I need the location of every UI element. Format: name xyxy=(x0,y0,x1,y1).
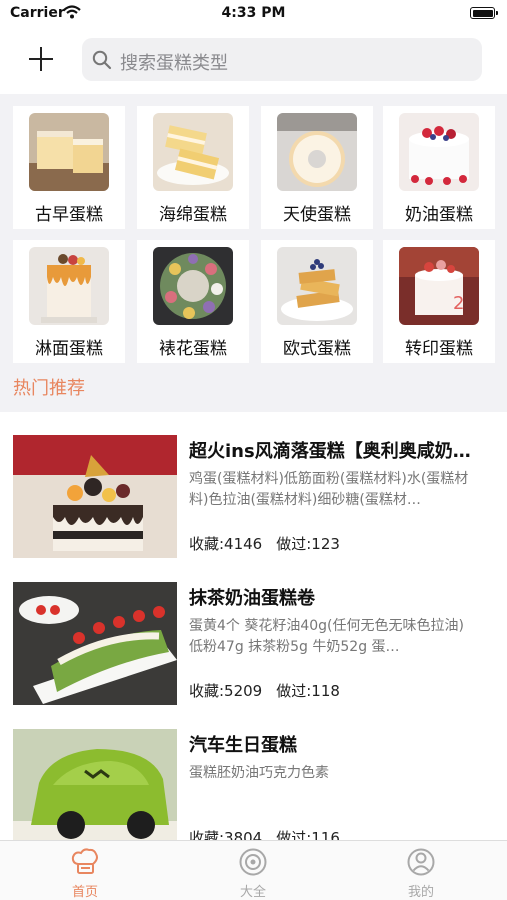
category-label: 古早蛋糕 xyxy=(35,205,103,225)
category-image xyxy=(29,113,109,191)
category-item-lin-mian[interactable]: 淋面蛋糕 xyxy=(13,240,125,363)
favorites-count: 收藏:5209 xyxy=(189,682,263,700)
category-item-zhuan-yin[interactable]: 2 转印蛋糕 xyxy=(383,240,495,363)
category-item-tian-shi[interactable]: 天使蛋糕 xyxy=(261,106,373,229)
category-image xyxy=(153,247,233,325)
made-count: 做过:123 xyxy=(276,535,340,553)
header: 搜索蛋糕类型 xyxy=(0,28,507,94)
category-image xyxy=(277,113,357,191)
compass-icon xyxy=(239,848,267,876)
status-bar: Carrier 4:33 PM xyxy=(0,0,507,28)
category-item-hai-mian[interactable]: 海绵蛋糕 xyxy=(137,106,249,229)
recipe-title: 超火ins风滴落蛋糕【奥利奥咸奶… xyxy=(189,441,471,462)
recipe-stats: 收藏:4146 做过:123 xyxy=(189,533,340,554)
category-label: 奶油蛋糕 xyxy=(405,205,473,225)
recipe-image xyxy=(13,582,177,705)
category-image xyxy=(399,113,479,191)
category-label: 转印蛋糕 xyxy=(405,339,473,359)
recipe-description: 蛋糕胚奶油巧克力色素 xyxy=(189,765,329,781)
category-item-biao-hua[interactable]: 裱花蛋糕 xyxy=(137,240,249,363)
made-count: 做过:118 xyxy=(276,682,340,700)
recipe-image xyxy=(13,729,177,852)
recipe-stats: 收藏:5209 做过:118 xyxy=(189,680,340,701)
chef-hat-icon xyxy=(71,848,98,874)
recipe-image xyxy=(13,435,177,558)
tab-home[interactable]: 首页 xyxy=(55,847,115,900)
category-image xyxy=(277,247,357,325)
tab-mine[interactable]: 我的 xyxy=(391,847,451,900)
tab-label: 大全 xyxy=(239,885,266,900)
category-image xyxy=(153,113,233,191)
category-item-nai-you[interactable]: 奶油蛋糕 xyxy=(383,106,495,229)
category-image: 2 xyxy=(399,247,479,325)
search-input[interactable]: 搜索蛋糕类型 xyxy=(82,38,482,81)
category-label: 欧式蛋糕 xyxy=(283,339,351,359)
status-time: 4:33 PM xyxy=(221,5,286,21)
category-label: 裱花蛋糕 xyxy=(159,339,227,359)
recipe-title: 汽车生日蛋糕 xyxy=(189,735,297,756)
recipe-item[interactable]: 抹茶奶油蛋糕卷 蛋黄4个 葵花籽油40g(任何无色无味色拉油) 低粉47g 抹茶… xyxy=(0,582,507,712)
category-item-ou-shi[interactable]: 欧式蛋糕 xyxy=(261,240,373,363)
category-label: 海绵蛋糕 xyxy=(159,205,227,225)
search-icon xyxy=(92,50,112,70)
tab-bar: 首页 大全 我的 xyxy=(0,840,507,900)
tab-label: 我的 xyxy=(407,885,434,900)
recipe-item[interactable]: 超火ins风滴落蛋糕【奥利奥咸奶… 鸡蛋(蛋糕材料)低筋面粉(蛋糕材料)水(蛋糕… xyxy=(0,435,507,565)
recipe-description: 鸡蛋(蛋糕材料)低筋面粉(蛋糕材料)水(蛋糕材料)色拉油(蛋糕材料)细砂糖(蛋糕… xyxy=(189,471,469,508)
tab-all[interactable]: 大全 xyxy=(223,847,283,900)
category-section: 古早蛋糕 海绵蛋糕 天使蛋糕 奶油蛋糕 淋面蛋糕 裱花蛋糕 欧式蛋糕 2 转印蛋… xyxy=(0,94,507,412)
search-placeholder: 搜索蛋糕类型 xyxy=(120,53,228,74)
hot-section-title: 热门推荐 xyxy=(13,378,85,399)
svg-text:2: 2 xyxy=(453,293,464,314)
recipe-description: 蛋黄4个 葵花籽油40g(任何无色无味色拉油) 低粉47g 抹茶粉5g 牛奶52… xyxy=(189,618,464,655)
category-item-gu-zao[interactable]: 古早蛋糕 xyxy=(13,106,125,229)
favorites-count: 收藏:4146 xyxy=(189,535,263,553)
add-button[interactable] xyxy=(24,42,58,76)
tab-label: 首页 xyxy=(71,885,98,900)
user-icon xyxy=(407,848,435,876)
category-image xyxy=(29,247,109,325)
category-label: 淋面蛋糕 xyxy=(35,339,103,359)
battery-icon xyxy=(470,7,498,19)
category-label: 天使蛋糕 xyxy=(283,205,351,225)
recipe-title: 抹茶奶油蛋糕卷 xyxy=(189,588,315,609)
